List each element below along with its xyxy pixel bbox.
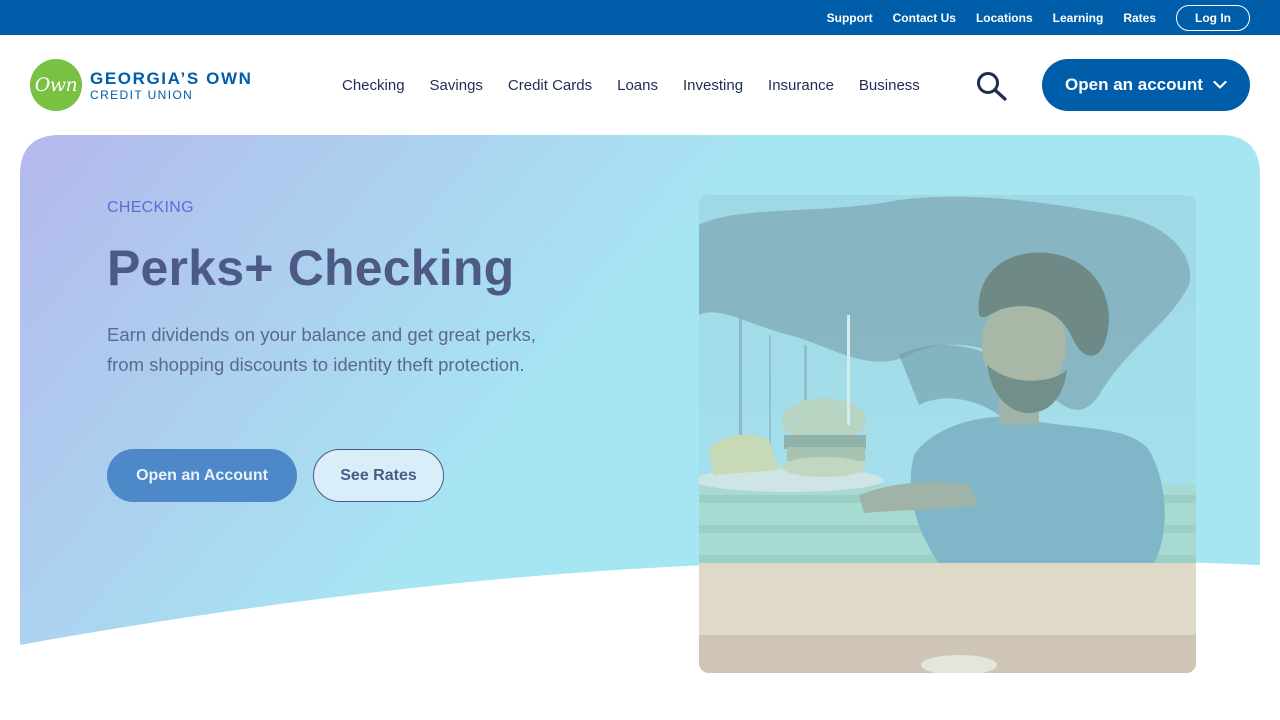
logo-name-line2: CREDIT UNION <box>90 87 194 102</box>
nav-item-checking[interactable]: Checking <box>342 77 405 94</box>
hero-eyebrow: CHECKING <box>107 199 194 216</box>
logo-text: GEORGIA’S OWN CREDIT UNION <box>90 69 252 102</box>
nav-item-business[interactable]: Business <box>859 77 920 94</box>
logo-name-line1: GEORGIA’S OWN <box>90 68 253 88</box>
utility-link-support[interactable]: Support <box>827 11 873 25</box>
hero-description: Earn dividends on your balance and get g… <box>107 324 536 375</box>
utility-link-contact-us[interactable]: Contact Us <box>893 11 956 25</box>
utility-link-learning[interactable]: Learning <box>1053 11 1104 25</box>
chevron-down-icon <box>1213 80 1227 89</box>
hero-title: Perks+ Checking <box>107 240 515 296</box>
open-an-account-button[interactable]: Open an Account <box>107 449 297 502</box>
nav-item-savings[interactable]: Savings <box>430 77 483 94</box>
main-nav: Checking Savings Credit Cards Loans Inve… <box>342 35 945 135</box>
logo-mark: Own <box>30 59 82 111</box>
hero-photo-illustration <box>699 195 1196 673</box>
hero-photo <box>699 195 1196 673</box>
utility-bar: Support Contact Us Locations Learning Ra… <box>0 0 1280 35</box>
site-header: Own GEORGIA’S OWN CREDIT UNION Checking … <box>0 35 1280 135</box>
search-icon <box>977 72 1007 101</box>
hero-section: CHECKING Perks+ Checking Earn dividends … <box>20 135 1260 695</box>
see-rates-button[interactable]: See Rates <box>313 449 444 502</box>
open-account-label: Open an account <box>1065 75 1203 94</box>
utility-link-rates[interactable]: Rates <box>1123 11 1156 25</box>
utility-links: Support Contact Us Locations Learning Ra… <box>827 0 1280 35</box>
utility-link-locations[interactable]: Locations <box>976 11 1033 25</box>
search-button[interactable] <box>975 71 1009 101</box>
nav-item-insurance[interactable]: Insurance <box>768 77 834 94</box>
open-account-dropdown-button[interactable]: Open an account <box>1042 59 1250 111</box>
nav-item-loans[interactable]: Loans <box>617 77 658 94</box>
nav-item-credit-cards[interactable]: Credit Cards <box>508 77 592 94</box>
login-button[interactable]: Log In <box>1176 4 1250 31</box>
nav-item-investing[interactable]: Investing <box>683 77 743 94</box>
logo[interactable]: Own GEORGIA’S OWN CREDIT UNION <box>30 59 252 111</box>
